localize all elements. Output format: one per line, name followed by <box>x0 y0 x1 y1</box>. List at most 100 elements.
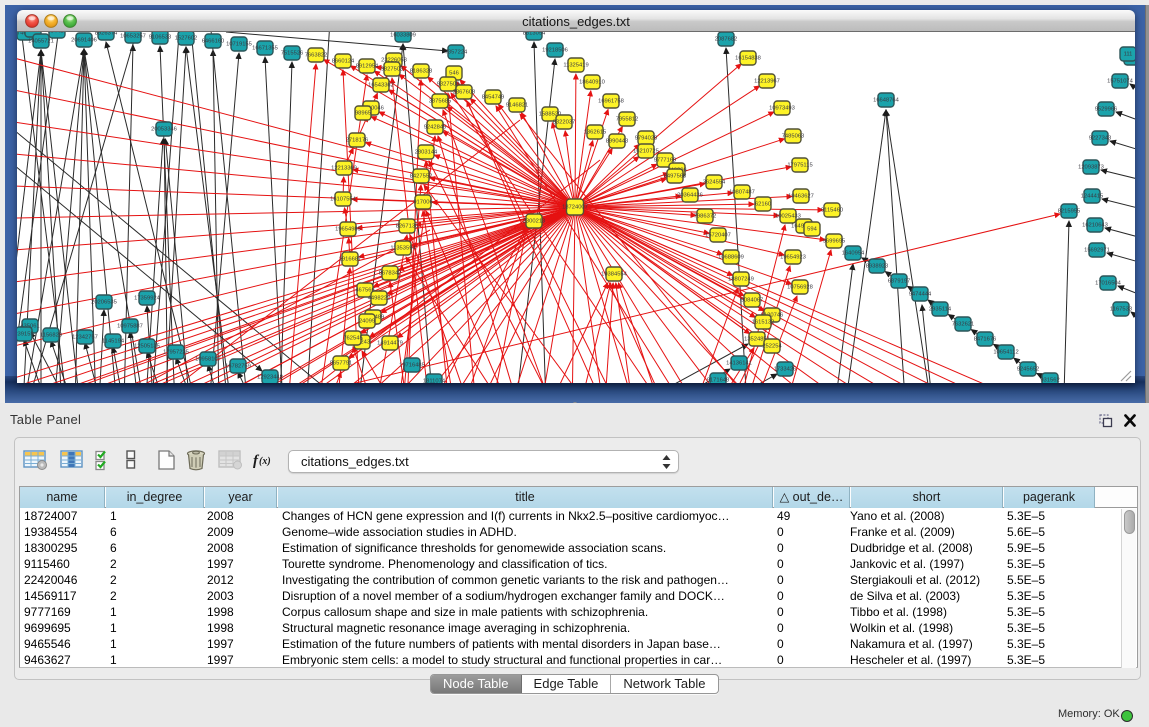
svg-text:9529966: 9529966 <box>1095 107 1118 113</box>
svg-text:11353594: 11353594 <box>390 246 416 252</box>
svg-text:2935114: 2935114 <box>929 307 952 313</box>
svg-text:8267130: 8267130 <box>396 224 419 230</box>
svg-text:16543362: 16543362 <box>368 83 394 89</box>
svg-text:6497568: 6497568 <box>664 174 687 180</box>
svg-text:1916687: 1916687 <box>339 257 362 263</box>
svg-text:3624554: 3624554 <box>703 180 726 186</box>
svg-text:12505135: 12505135 <box>134 344 160 350</box>
svg-text:1640954: 1640954 <box>842 251 865 257</box>
svg-text:594: 594 <box>807 227 817 233</box>
svg-text:917006: 917006 <box>413 200 432 206</box>
svg-text:1145194: 1145194 <box>102 339 125 345</box>
svg-text:10958107: 10958107 <box>195 357 221 363</box>
svg-text:20691406: 20691406 <box>71 38 97 44</box>
svg-text:9827503: 9827503 <box>381 67 404 73</box>
svg-text:16210643: 16210643 <box>1082 223 1108 229</box>
svg-text:1733426: 1733426 <box>774 367 797 373</box>
svg-text:19654923: 19654923 <box>780 255 806 261</box>
svg-text:10719155: 10719155 <box>226 42 252 48</box>
svg-text:1362615: 1362615 <box>584 130 607 136</box>
svg-text:10975887: 10975887 <box>117 324 143 330</box>
svg-text:17016504: 17016504 <box>1095 281 1122 287</box>
svg-text:9227343: 9227343 <box>1089 136 1112 142</box>
svg-text:9474444: 9474444 <box>909 292 932 298</box>
svg-text:8938923: 8938923 <box>866 264 889 270</box>
svg-text:239159: 239159 <box>17 332 34 338</box>
svg-text:8990443: 8990443 <box>606 139 629 145</box>
svg-text:9245652: 9245652 <box>1017 367 1040 373</box>
svg-text:9657791: 9657791 <box>330 361 353 367</box>
svg-text:20053346: 20053346 <box>151 127 177 133</box>
svg-text:15751074: 15751074 <box>1107 79 1134 85</box>
svg-text:7357224: 7357224 <box>445 50 468 56</box>
svg-text:8926374: 8926374 <box>95 32 118 37</box>
svg-text:111: 111 <box>1124 52 1133 58</box>
svg-text:3875685: 3875685 <box>429 99 452 105</box>
svg-text:19463627: 19463627 <box>788 194 814 200</box>
svg-text:2087682: 2087682 <box>715 37 738 43</box>
svg-text:7986372: 7986372 <box>694 214 717 220</box>
svg-text:14136141: 14136141 <box>726 361 752 367</box>
svg-text:7663822: 7663822 <box>305 53 328 59</box>
svg-text:9146821: 9146821 <box>506 103 529 109</box>
svg-text:10654112: 10654112 <box>993 350 1018 356</box>
svg-text:8660124: 8660124 <box>332 59 355 65</box>
svg-text:10973493: 10973493 <box>769 106 795 112</box>
svg-text:12213967: 12213967 <box>754 79 780 85</box>
svg-text:16033809: 16033809 <box>390 33 416 39</box>
svg-text:15692971: 15692971 <box>1084 248 1110 254</box>
svg-text:1527602: 1527602 <box>175 36 198 42</box>
svg-text:9171648: 9171648 <box>707 378 730 383</box>
svg-text:12213369: 12213369 <box>331 166 357 172</box>
svg-text:9699695: 9699695 <box>823 239 846 245</box>
svg-text:7632621: 7632621 <box>952 322 975 328</box>
svg-text:6466160: 6466160 <box>202 39 225 45</box>
svg-text:931562: 931562 <box>1040 378 1059 383</box>
svg-text:20206535: 20206535 <box>91 300 117 306</box>
svg-text:2300213: 2300213 <box>523 219 546 225</box>
svg-text:1156829: 1156829 <box>40 333 62 339</box>
svg-text:9794028: 9794028 <box>635 136 658 142</box>
svg-text:1615132: 1615132 <box>752 320 775 326</box>
svg-text:8678342: 8678342 <box>379 271 402 277</box>
svg-text:1811074: 1811074 <box>423 379 446 383</box>
svg-text:4498222: 4498222 <box>368 296 391 302</box>
svg-text:10807487: 10807487 <box>729 190 755 196</box>
svg-text:17975115: 17975115 <box>787 163 812 169</box>
svg-text:7515526: 7515526 <box>281 51 304 57</box>
svg-text:62160: 62160 <box>755 202 771 208</box>
svg-text:19716485: 19716485 <box>399 363 425 369</box>
svg-text:12923448: 12923448 <box>257 375 283 381</box>
svg-text:8813054: 8813054 <box>523 32 546 37</box>
svg-text:18807249: 18807249 <box>728 277 754 283</box>
svg-text:12093873: 12093873 <box>1078 165 1104 171</box>
svg-text:10688609: 10688609 <box>718 255 744 261</box>
svg-text:11325419: 11325419 <box>563 63 588 69</box>
svg-text:(x): (x) <box>259 456 271 467</box>
svg-text:15720407: 15720407 <box>705 233 731 239</box>
svg-text:19654985: 19654985 <box>335 227 361 233</box>
svg-text:16210725: 16210725 <box>633 149 659 155</box>
svg-text:17359924: 17359924 <box>134 296 161 302</box>
svg-text:16154838: 16154838 <box>735 56 761 62</box>
svg-text:9084067: 9084067 <box>741 298 764 304</box>
svg-text:9242845: 9242845 <box>424 125 447 131</box>
svg-text:546: 546 <box>449 71 459 77</box>
svg-text:8454749: 8454749 <box>482 95 505 101</box>
svg-text:18640910: 18640910 <box>579 80 605 86</box>
svg-text:98965: 98965 <box>355 111 371 117</box>
svg-text:1167533: 1167533 <box>1110 307 1132 313</box>
svg-text:762545: 762545 <box>343 336 362 342</box>
svg-text:1244415: 1244415 <box>1081 194 1104 200</box>
svg-text:8471676: 8471676 <box>974 337 997 343</box>
svg-text:8215955: 8215955 <box>1058 209 1081 215</box>
svg-text:2867608: 2867608 <box>453 90 476 96</box>
svg-text:14914479: 14914479 <box>377 341 403 347</box>
svg-text:252254: 252254 <box>762 344 782 350</box>
svg-text:16648764: 16648764 <box>873 98 900 104</box>
svg-text:9115460: 9115460 <box>821 208 843 214</box>
svg-text:8322037: 8322037 <box>553 120 576 126</box>
svg-text:8427552: 8427552 <box>410 174 433 180</box>
svg-text:16961758: 16961758 <box>598 99 624 105</box>
svg-text:16782759: 16782759 <box>225 364 251 370</box>
